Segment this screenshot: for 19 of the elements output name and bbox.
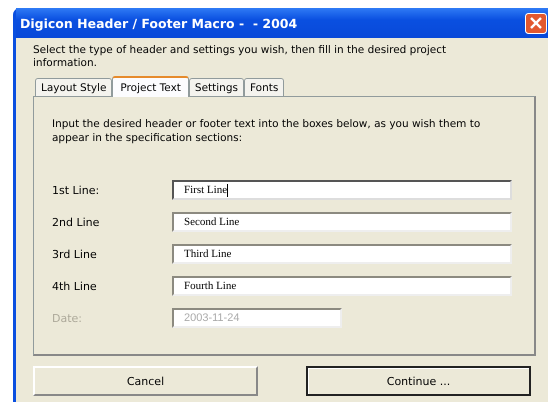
field-label: 1st Line: (52, 184, 100, 196)
instruction-text: Input the desired header or footer text into the boxes below, as you wish them to appear in the specification sections: (52, 117, 482, 145)
intro-text: Select the type of header and settings you wish, then fill in the desired project information. (33, 44, 448, 70)
input-field[interactable]: Second Line (172, 212, 512, 232)
input-field[interactable]: First Line (172, 180, 512, 200)
input-field[interactable]: Fourth Line (172, 276, 512, 296)
tab[interactable]: Settings (188, 78, 244, 96)
tab[interactable]: Fonts (244, 78, 284, 96)
dialog-button[interactable]: Continue ... (306, 366, 531, 396)
close-icon[interactable] (525, 12, 547, 34)
field-label: Date: (52, 312, 83, 324)
tab[interactable]: Layout Style (35, 78, 112, 96)
field-label: 2nd Line (52, 216, 100, 228)
window-title: Digicon Header / Footer Macro - - 2004 (20, 16, 298, 30)
field-label: 4th Line (52, 280, 98, 292)
dialog-button[interactable]: Cancel (33, 366, 258, 396)
input-field[interactable]: Third Line (172, 244, 512, 264)
field-label: 3rd Line (52, 248, 98, 260)
tab[interactable]: Project Text (112, 76, 189, 97)
